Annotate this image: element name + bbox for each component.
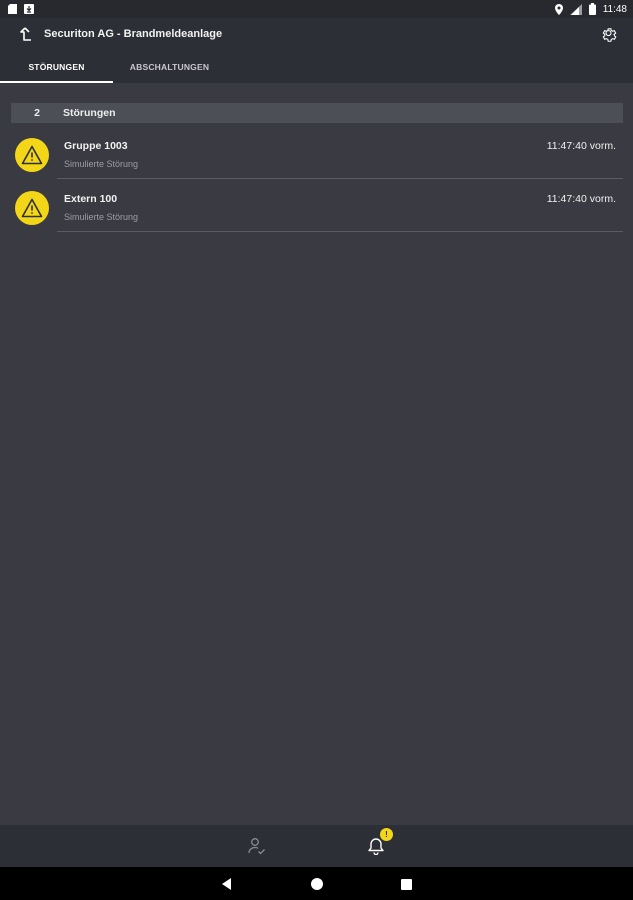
nav-user-button[interactable] bbox=[246, 835, 268, 857]
bottom-nav bbox=[0, 825, 633, 867]
page-title: Securiton AG - Brandmeldeanlage bbox=[44, 28, 223, 40]
warning-icon bbox=[15, 138, 49, 172]
item-time: 11:47:40 vorm. bbox=[546, 193, 616, 205]
section-count: 2 bbox=[34, 107, 40, 119]
app-bar: Securiton AG - Brandmeldeanlage STÖRUNGE… bbox=[0, 18, 633, 83]
section-label: Störungen bbox=[63, 107, 116, 119]
back-icon[interactable] bbox=[220, 877, 234, 891]
battery-icon bbox=[588, 3, 596, 15]
recents-icon[interactable] bbox=[401, 879, 412, 890]
item-subtitle: Simulierte Störung bbox=[64, 212, 139, 222]
location-icon bbox=[554, 3, 563, 15]
system-nav-bar bbox=[0, 867, 633, 900]
person-check-icon bbox=[248, 838, 265, 855]
gear-icon bbox=[602, 27, 616, 42]
list-item[interactable]: Extern 100 Simulierte Störung 11:47:40 v… bbox=[0, 179, 633, 232]
status-right: 11:48 bbox=[554, 3, 627, 15]
tab-bar: STÖRUNGEN ABSCHALTUNGEN bbox=[0, 50, 633, 83]
tab-stoerungen[interactable]: STÖRUNGEN bbox=[0, 50, 113, 83]
tab-abschaltungen[interactable]: ABSCHALTUNGEN bbox=[113, 50, 226, 83]
up-button[interactable] bbox=[18, 24, 38, 44]
item-subtitle: Simulierte Störung bbox=[64, 159, 139, 169]
home-icon[interactable] bbox=[311, 878, 323, 890]
divider bbox=[57, 231, 623, 232]
notification-badge: ! bbox=[380, 828, 393, 841]
sd-card-icon bbox=[8, 4, 17, 14]
main-content: 2 Störungen Gruppe 1003 Simulierte Störu… bbox=[0, 83, 633, 825]
list-item[interactable]: Gruppe 1003 Simulierte Störung 11:47:40 … bbox=[0, 126, 633, 179]
section-header: 2 Störungen bbox=[11, 103, 623, 123]
signal-icon bbox=[569, 3, 582, 15]
download-icon bbox=[24, 4, 34, 14]
settings-button[interactable] bbox=[597, 23, 619, 45]
item-time: 11:47:40 vorm. bbox=[546, 140, 616, 152]
warning-icon bbox=[15, 191, 49, 225]
status-time: 11:48 bbox=[602, 3, 627, 15]
title-row: Securiton AG - Brandmeldeanlage bbox=[0, 18, 633, 50]
item-title: Extern 100 bbox=[64, 193, 118, 205]
up-arrow-icon bbox=[20, 27, 31, 41]
item-title: Gruppe 1003 bbox=[64, 140, 128, 152]
status-bar: 11:48 bbox=[0, 0, 633, 18]
status-left bbox=[8, 4, 34, 14]
